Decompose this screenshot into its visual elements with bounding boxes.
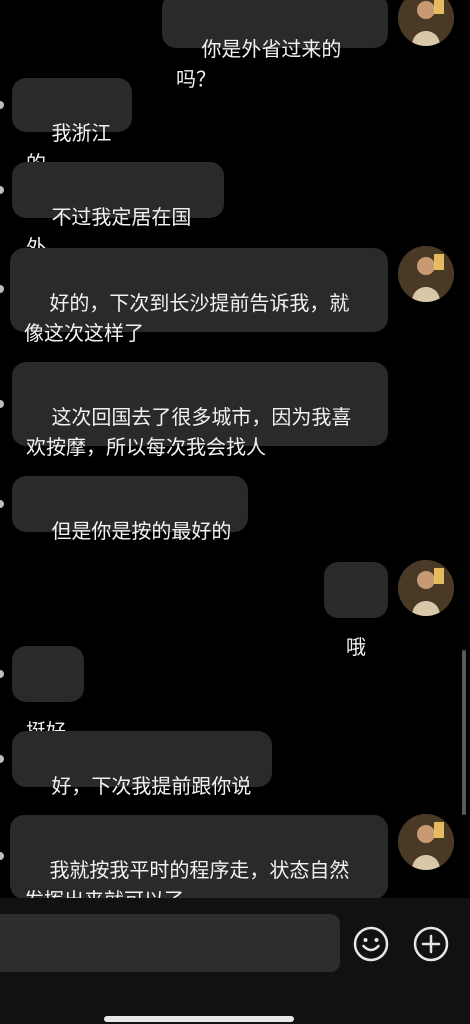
message-text: 但是你是按的最好的 <box>51 519 232 543</box>
contact-avatar[interactable] <box>398 0 454 46</box>
message-bubble-incoming[interactable]: 我就按我平时的程序走，状态自然 发挥出来就可以了 <box>10 815 388 912</box>
unread-dot <box>0 285 4 293</box>
message-bubble-incoming[interactable]: 但是你是按的最好的 <box>12 476 248 543</box>
message-bubble-incoming[interactable]: 不过我定居在国外 <box>12 162 224 259</box>
smiley-icon <box>353 926 389 962</box>
unread-dot <box>0 852 4 860</box>
avatar-photo <box>398 814 454 870</box>
unread-dot <box>0 400 4 408</box>
message-bubble-incoming[interactable]: 好，下次我提前跟你说 <box>12 731 272 798</box>
plus-circle-icon <box>413 926 449 962</box>
message-bubble-outgoing[interactable]: 哦 <box>324 562 388 659</box>
message-text: 哦 <box>346 635 366 659</box>
message-input[interactable] <box>0 914 340 972</box>
scroll-indicator[interactable] <box>462 650 466 815</box>
avatar-photo <box>398 560 454 616</box>
message-text: 你是外省过来的吗？ <box>176 37 342 91</box>
message-text: 好的，下次到长沙提前告诉我，就 像这次这样了 <box>24 291 350 345</box>
message-composer <box>0 898 470 1024</box>
contact-avatar[interactable] <box>398 560 454 616</box>
unread-dot <box>0 186 4 194</box>
message-bubble-outgoing[interactable]: 你是外省过来的吗？ <box>162 0 388 91</box>
message-bubble-incoming[interactable]: 我浙江的 <box>12 78 132 175</box>
home-indicator[interactable] <box>104 1016 294 1022</box>
emoji-button[interactable] <box>352 925 390 963</box>
message-bubble-incoming[interactable]: 这次回国去了很多城市，因为我喜 欢按摩，所以每次我会找人 <box>12 362 388 459</box>
unread-dot <box>0 755 4 763</box>
unread-dot <box>0 500 4 508</box>
chat-screen: 你是外省过来的吗？ 我浙江的 不过我定居在国外 好的，下次到长沙提前告诉我，就 … <box>0 0 470 1024</box>
message-text: 好，下次我提前跟你说 <box>51 774 252 798</box>
message-bubble-incoming[interactable]: 好的，下次到长沙提前告诉我，就 像这次这样了 <box>10 248 388 345</box>
unread-dot <box>0 101 4 109</box>
message-bubble-incoming[interactable]: 挺好 <box>12 646 84 743</box>
avatar-photo <box>398 0 454 46</box>
add-button[interactable] <box>412 925 450 963</box>
message-text: 这次回国去了很多城市，因为我喜 欢按摩，所以每次我会找人 <box>26 405 352 459</box>
avatar-photo <box>398 246 454 302</box>
unread-dot <box>0 670 4 678</box>
contact-avatar[interactable] <box>398 814 454 870</box>
contact-avatar[interactable] <box>398 246 454 302</box>
